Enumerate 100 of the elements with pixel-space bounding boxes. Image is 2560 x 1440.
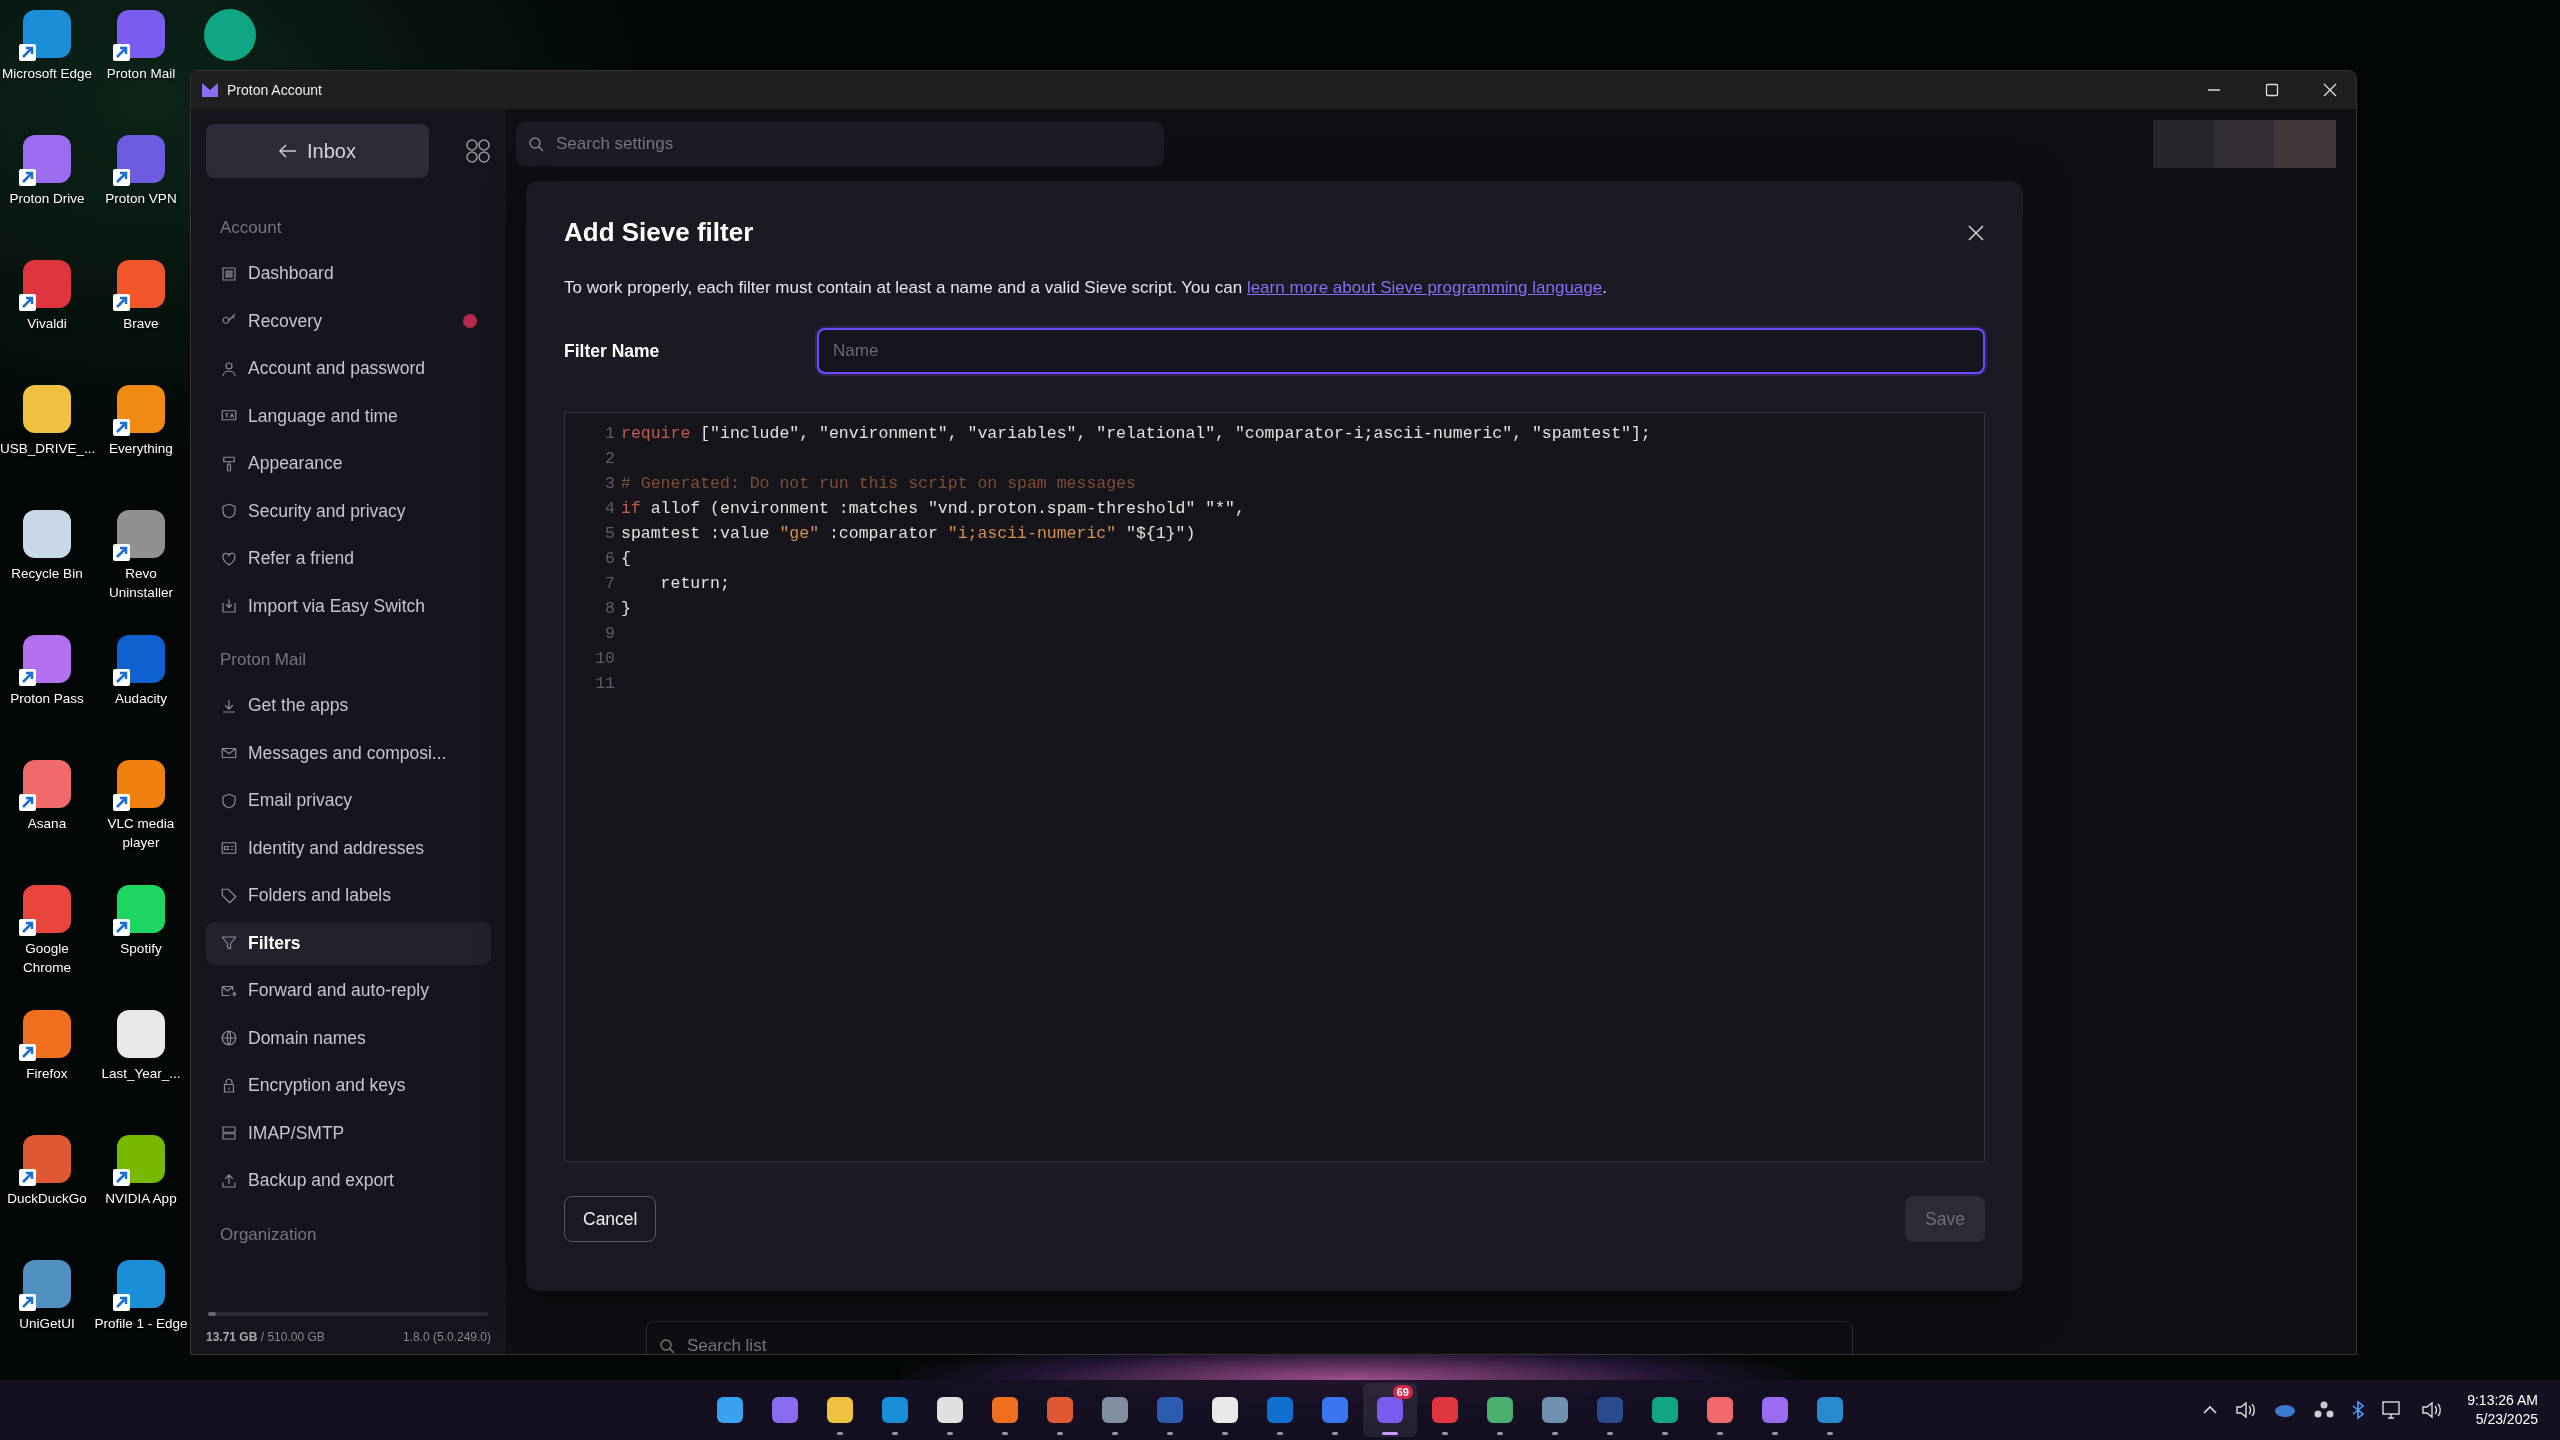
icon-label: Profile 1 - Edge	[94, 1315, 188, 1333]
item-label: Email privacy	[248, 790, 353, 811]
item-label: Account and password	[248, 358, 426, 379]
code-line: }	[621, 599, 631, 618]
item-label: Appearance	[248, 453, 343, 474]
sidebar-item[interactable]: Email privacy	[206, 779, 491, 822]
item-label: Identity and addresses	[248, 837, 425, 859]
section-heading: Organization	[219, 1224, 318, 1246]
dialog-title: Add Sieve filter	[564, 217, 754, 248]
clock-time[interactable]: 9:13:26 AM	[2467, 1391, 2538, 1410]
icon-label: Proton Pass	[9, 690, 85, 708]
code-line: return;	[659, 574, 730, 593]
line-number: 7	[604, 574, 616, 593]
sidebar-item[interactable]: Security and privacy	[206, 489, 491, 533]
tag-icon	[220, 886, 238, 905]
name-field[interactable]: Name	[817, 328, 1985, 374]
search-input[interactable]: Search list	[685, 1335, 1840, 1354]
icon-label: DuckDuckGo	[6, 1190, 88, 1208]
item-label: Filters	[248, 932, 301, 954]
sidebar-item[interactable]: Appearance	[206, 442, 491, 485]
import-icon	[220, 597, 238, 615]
line-number: 8	[604, 599, 616, 618]
line-number: 10	[594, 649, 616, 668]
id-card-icon	[220, 839, 238, 857]
clock-date[interactable]: 5/23/2025	[2475, 1410, 2538, 1429]
code-line: require ["include", "environment", "variables", "relational", "comparator-i;ascii-numeric", "spamtest"];	[621, 424, 1651, 443]
dashboard-icon	[220, 264, 238, 283]
person-icon	[220, 359, 238, 378]
filter-icon	[220, 934, 238, 952]
server-icon	[220, 1124, 238, 1142]
item-label: Security and privacy	[248, 500, 406, 522]
storage-text: 13.71 GB / 510.00 GB	[206, 1330, 325, 1344]
icon-label: Proton Mail	[105, 65, 177, 83]
sidebar-item[interactable]: Domain names	[206, 1016, 491, 1060]
icon-label: Proton Drive	[8, 190, 86, 208]
item-label: Import via Easy Switch	[248, 595, 425, 617]
line-number: 1	[604, 424, 616, 443]
inbox-button[interactable]: Inbox	[206, 124, 429, 178]
icon-label: UniGetUI	[18, 1315, 76, 1333]
sidebar-item[interactable]: Get the apps	[206, 684, 491, 727]
sidebar-item[interactable]: Messages and composi...	[206, 731, 491, 775]
icon-label: Spotify	[119, 940, 163, 958]
search-field[interactable]: Search settings	[516, 122, 1164, 166]
logo-icon	[201, 82, 219, 98]
sidebar-item[interactable]: Language and time	[206, 394, 491, 438]
sidebar-item[interactable]: Import via Easy Switch	[206, 584, 491, 628]
line-number: 6	[604, 549, 616, 568]
dots-icon[interactable]	[2313, 1400, 2336, 1420]
item-label: IMAP/SMTP	[248, 1122, 345, 1144]
cancel-button[interactable]: Cancel	[564, 1196, 657, 1242]
sidebar-item[interactable]: Encryption and keys	[206, 1064, 491, 1107]
apps-icon[interactable]	[465, 138, 491, 164]
code-line: # Generated: Do not run this script on spam messages	[621, 474, 1136, 493]
icon-label: Audacity	[114, 690, 168, 708]
icon-label: Microsoft Edge	[0, 65, 93, 83]
icon-label: Firefox	[25, 1065, 69, 1083]
bluetooth-icon[interactable]	[2351, 1400, 2366, 1420]
sidebar-item[interactable]: Dashboard	[206, 252, 491, 295]
item-label: Backup and export	[248, 1170, 394, 1191]
section-heading: Account	[219, 218, 283, 239]
taskbar-button[interactable]: 69	[1363, 1383, 1417, 1437]
sidebar-item[interactable]: Refer a friend	[206, 537, 491, 580]
search-field[interactable]: Search list	[646, 1321, 1853, 1354]
sidebar-item[interactable]: Identity and addresses	[206, 826, 491, 870]
line-number: 9	[604, 624, 616, 643]
shield-icon	[220, 791, 238, 810]
icon-label: Asana	[26, 815, 68, 833]
item-label: Get the apps	[248, 695, 349, 716]
sieve-link[interactable]: learn more about Sieve programming language	[1246, 278, 1603, 297]
close-icon[interactable]	[2322, 82, 2338, 98]
item-label: Domain names	[248, 1027, 366, 1049]
brush-icon	[220, 454, 238, 473]
item-label: Refer a friend	[248, 548, 355, 569]
sidebar-item[interactable]: Folders and labels	[206, 874, 491, 917]
speaker-icon[interactable]	[2421, 1400, 2444, 1420]
icon-label: Proton VPN	[104, 190, 178, 208]
maximize-icon[interactable]	[2264, 82, 2280, 98]
icon-label: Brave	[122, 315, 160, 333]
icon-label: VLC media player	[106, 815, 176, 852]
icon-label: Vivaldi	[26, 315, 68, 333]
arrow-left-icon	[279, 144, 298, 158]
sidebar-item[interactable]: Filters	[206, 921, 491, 965]
search-input[interactable]: Search settings	[554, 133, 1152, 155]
code-line: spamtest :value "ge" :comparator "i;ascii-numeric" "${1}")	[621, 524, 1196, 543]
close-icon[interactable]	[1967, 223, 1985, 242]
icon-label: Everything	[108, 440, 174, 458]
line-number: 4	[604, 499, 616, 518]
line-number: 3	[604, 474, 616, 493]
sidebar-item[interactable]: Forward and auto-reply	[206, 969, 491, 1012]
sidebar-item[interactable]: Backup and export	[206, 1159, 491, 1202]
sidebar-item[interactable]: Account and password	[206, 347, 491, 390]
item-label: Messages and composi...	[248, 742, 447, 764]
speaker-icon[interactable]	[2235, 1400, 2258, 1420]
icon-label: USB_DRIVE_...	[0, 440, 94, 458]
sidebar-item[interactable]: IMAP/SMTP	[206, 1111, 491, 1155]
search-icon	[659, 1338, 675, 1354]
section-heading: Proton Mail	[219, 650, 307, 671]
shield-icon	[220, 502, 238, 520]
sidebar-item[interactable]: Recovery	[206, 299, 491, 343]
version-text: 1.8.0 (5.0.249.0)	[402, 1330, 491, 1344]
